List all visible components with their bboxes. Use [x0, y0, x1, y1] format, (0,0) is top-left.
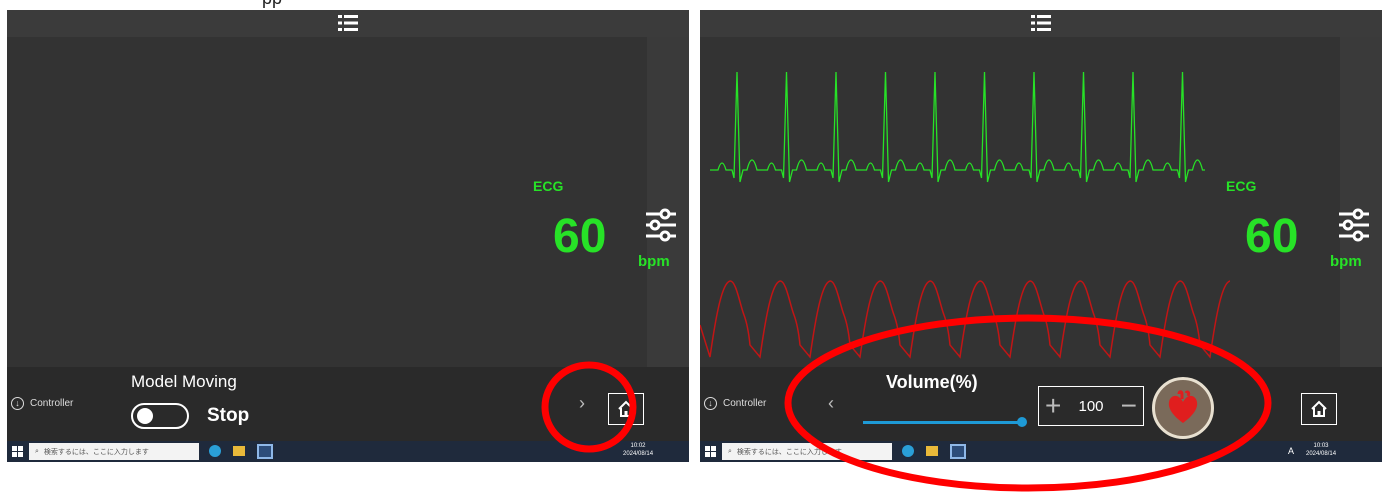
heart-icon [1168, 390, 1198, 423]
controller-down-icon: ↓ [704, 397, 717, 410]
taskbar-search-box[interactable]: ⌕ 検索するには、ここに入力します [722, 443, 892, 460]
controller-down-icon: ↓ [11, 397, 24, 410]
bpm-label: bpm [638, 253, 670, 270]
bpm-label: bpm [1330, 253, 1362, 270]
heart-sound-button[interactable] [1152, 377, 1214, 439]
top-bar [7, 10, 689, 37]
bottom-control-bar: ↓ Controller Model Moving Stop › [7, 367, 689, 441]
volume-decrease-button[interactable]: − [1121, 392, 1137, 420]
home-icon [1311, 400, 1327, 417]
windows-start-icon[interactable] [12, 446, 23, 457]
ecg-label: ECG [1226, 178, 1257, 194]
taskbar-clock: 10:02 2024/08/14 [623, 443, 653, 459]
ime-indicator[interactable]: A [1288, 446, 1294, 456]
taskbar-search-box[interactable]: ⌕ 検索するには、ここに入力します [29, 443, 199, 460]
home-button[interactable] [1301, 393, 1337, 425]
edge-icon[interactable] [209, 445, 221, 457]
clock-time: 10:03 [1313, 443, 1329, 449]
screenshot-composite: pp ECG 60 bpm ↓ Controller Mode [0, 0, 1384, 494]
next-page-arrow[interactable]: › [579, 393, 585, 414]
windows-taskbar: ⌕ 検索するには、ここに入力します 10:02 2024/08/14 [7, 441, 689, 462]
previous-page-arrow[interactable]: ‹ [828, 393, 834, 414]
app-icon[interactable] [257, 444, 273, 459]
windows-start-icon[interactable] [705, 446, 716, 457]
app-icon[interactable] [950, 444, 966, 459]
bottom-control-bar: ↓ Controller ‹ Volume(%) + 100 − [700, 367, 1382, 441]
model-moving-switch[interactable] [131, 403, 189, 429]
search-placeholder: 検索するには、ここに入力します [43, 447, 149, 456]
sliders-settings-icon[interactable] [645, 208, 677, 242]
heart-rate-value: 60 [1245, 210, 1299, 263]
home-button[interactable] [608, 393, 644, 425]
model-moving-title: Model Moving [131, 372, 237, 391]
search-placeholder: 検索するには、ここに入力します [736, 447, 842, 456]
volume-title: Volume(%) [886, 372, 978, 392]
controller-label: Controller [723, 398, 767, 409]
search-icon: ⌕ [728, 447, 732, 455]
menu-list-icon[interactable] [337, 12, 359, 34]
controller-toggle[interactable]: ↓ Controller [704, 397, 766, 410]
clock-date: 2024/08/14 [1306, 450, 1337, 457]
volume-slider-thumb[interactable] [1017, 417, 1027, 427]
taskbar-clock: 10:03 2024/08/14 [1306, 443, 1336, 459]
cropped-top-text: pp [0, 0, 360, 10]
search-icon: ⌕ [35, 447, 39, 455]
right-side-panel [647, 37, 689, 367]
ecg-label: ECG [533, 178, 564, 194]
menu-list-icon[interactable] [1030, 12, 1052, 34]
ecg-waveform [710, 71, 1205, 183]
switch-state-label: Stop [207, 405, 250, 426]
volume-value: 100 [1078, 397, 1104, 415]
right-side-panel [1340, 37, 1382, 367]
edge-icon[interactable] [902, 445, 914, 457]
volume-stepper: + 100 − [1038, 386, 1144, 426]
heart-rate-value: 60 [553, 210, 607, 263]
home-icon [618, 400, 634, 417]
windows-taskbar: ⌕ 検索するには、ここに入力します A 10:03 2024/08/14 [700, 441, 1382, 462]
switch-knob [137, 408, 153, 424]
file-explorer-icon[interactable] [233, 446, 245, 456]
controller-label: Controller [30, 398, 74, 409]
sliders-settings-icon[interactable] [1338, 208, 1370, 242]
volume-slider-track[interactable] [863, 421, 1021, 424]
top-bar [700, 10, 1382, 37]
controller-toggle[interactable]: ↓ Controller [11, 397, 73, 410]
app-window-right: ECG 60 bpm ↓ Controller ‹ Volume(%) + 10… [700, 10, 1382, 462]
volume-increase-button[interactable]: + [1045, 392, 1061, 420]
clock-time: 10:02 [630, 443, 646, 449]
app-window-left: ECG 60 bpm ↓ Controller Model Moving Sto… [7, 10, 689, 462]
file-explorer-icon[interactable] [926, 446, 938, 456]
clock-date: 2024/08/14 [623, 450, 654, 457]
pulse-waveform [700, 280, 1230, 359]
